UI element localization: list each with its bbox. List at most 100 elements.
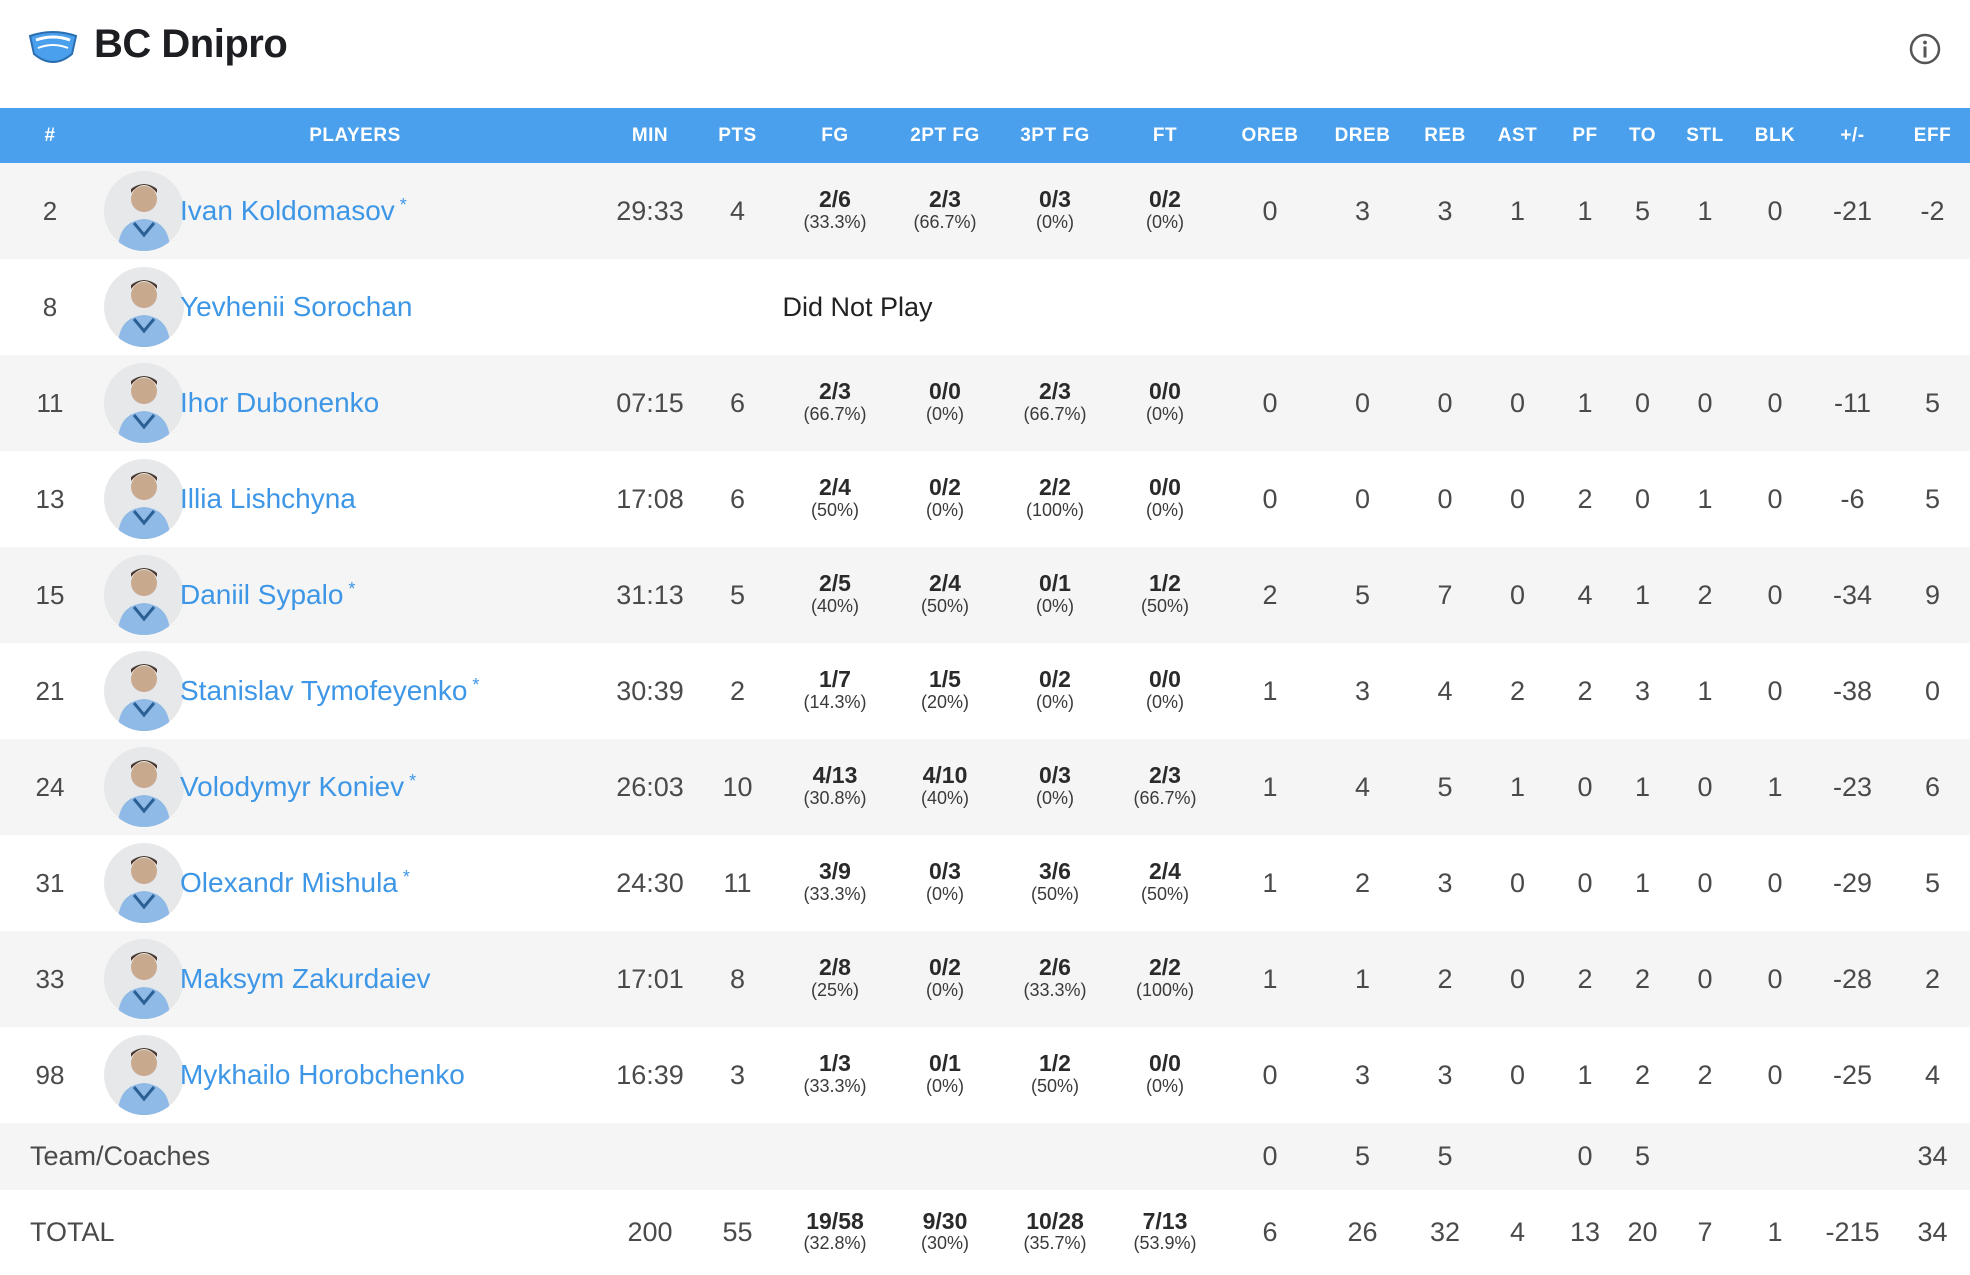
made-attempted: 0/1 (929, 1050, 961, 1077)
player-avatar[interactable] (104, 651, 184, 731)
total-ast: 4 (1509, 1217, 1526, 1247)
stat-fg: 2/4 (50%) (785, 451, 885, 547)
made-attempted: 4/10 (922, 762, 968, 789)
stat-reb: 5 (1437, 1141, 1453, 1171)
col-header-stl[interactable]: STL (1670, 108, 1740, 163)
player-name-link[interactable]: Stanislav Tymofeyenko (180, 675, 467, 706)
total-to: 20 (1627, 1217, 1658, 1247)
player-name-link[interactable]: Olexandr Mishula (180, 867, 398, 898)
stat-fg-value: 2/6 (33.3%) (803, 187, 866, 232)
stat-stl: 0 (1697, 963, 1713, 994)
col-header-oreb[interactable]: OREB (1225, 108, 1315, 163)
stat-p2: 0/2 (0%) (885, 931, 1005, 1027)
col-header-fg[interactable]: FG (785, 108, 885, 163)
made-attempted: 2/6 (819, 186, 851, 213)
stat-p2: 2/3 (66.7%) (885, 163, 1005, 259)
player-name-link[interactable]: Daniil Sypalo (180, 579, 343, 610)
stat-eff: 6 (1924, 771, 1941, 802)
player-avatar[interactable] (104, 555, 184, 635)
stat-p2: 0/3 (0%) (885, 835, 1005, 931)
made-attempted: 0/0 (1149, 666, 1181, 693)
col-header-pf[interactable]: PF (1555, 108, 1615, 163)
stat-p3-value: 1/2 (50%) (1031, 1051, 1079, 1096)
col-header-3pt-fg[interactable]: 3PT FG (1005, 108, 1105, 163)
player-avatar[interactable] (104, 939, 184, 1019)
player-name-link[interactable]: Volodymyr Koniev (180, 771, 404, 802)
points: 6 (729, 483, 746, 514)
col-header-2pt-fg[interactable]: 2PT FG (885, 108, 1005, 163)
minutes: 17:01 (616, 963, 684, 994)
col-header-to[interactable]: TO (1615, 108, 1670, 163)
stat-dreb: 5 (1354, 579, 1371, 610)
stat-pf: 0 (1577, 867, 1593, 898)
percentage: (50%) (1030, 883, 1079, 904)
col-header-pts[interactable]: PTS (690, 108, 785, 163)
col-header-dreb[interactable]: DREB (1315, 108, 1410, 163)
stat-to: 3 (1634, 675, 1651, 706)
stat-ft: 0/0 (0%) (1105, 451, 1225, 547)
stat-to: 0 (1634, 387, 1651, 418)
stat-stl (1670, 1123, 1740, 1190)
stat-fg: 1/3 (33.3%) (785, 1027, 885, 1123)
points: 4 (729, 195, 746, 226)
stat-fg-value: 4/13 (30.8%) (803, 763, 866, 808)
player-avatar[interactable] (104, 747, 184, 827)
stat-stl: 2 (1697, 579, 1713, 610)
player-name-link[interactable]: Ihor Dubonenko (180, 387, 379, 418)
col-header-number[interactable]: # (0, 108, 100, 163)
player-avatar[interactable] (104, 843, 184, 923)
player-avatar[interactable] (104, 171, 184, 251)
stat-ft-value: 1/2 (50%) (1141, 571, 1189, 616)
player-name-link[interactable]: Maksym Zakurdaiev (180, 963, 431, 994)
stat-p2: 0/2 (0%) (885, 451, 1005, 547)
stat-ast: 1 (1509, 771, 1526, 802)
col-header-blk[interactable]: BLK (1740, 108, 1810, 163)
player-avatar[interactable] (104, 1035, 184, 1115)
stat-stl: 1 (1697, 195, 1713, 226)
player-name-link[interactable]: Illia Lishchyna (180, 483, 356, 514)
starter-asterisk: * (399, 195, 407, 215)
player-row: 21 Stanislav Tymofeyenko * 30:39 2 1/7 (14.3%)… (0, 643, 1970, 739)
player-avatar[interactable] (104, 267, 184, 347)
stat-p3: 3/6 (50%) (1005, 835, 1105, 931)
percentage: (40%) (810, 595, 859, 616)
stat-pf: 2 (1577, 483, 1593, 514)
stat-pm: -25 (1832, 1059, 1873, 1090)
col-header-ft[interactable]: FT (1105, 108, 1225, 163)
col-header-eff[interactable]: EFF (1895, 108, 1970, 163)
col-header-min[interactable]: MIN (610, 108, 690, 163)
avatar-cell (100, 451, 184, 547)
total-row: TOTAL 200 55 19/58 (32.8%) 9/30 (30%) 10/28 (35.… (0, 1190, 1970, 1275)
stat-dreb: 0 (1354, 483, 1371, 514)
percentage: (33.3%) (803, 211, 867, 232)
col-header-players[interactable]: PLAYERS (100, 108, 610, 163)
stat-fg: 2/6 (33.3%) (785, 163, 885, 259)
stat-pm: -28 (1832, 963, 1873, 994)
player-avatar[interactable] (104, 363, 184, 443)
player-name-link[interactable]: Yevhenii Sorochan (180, 291, 412, 322)
stat-oreb: 0 (1262, 387, 1278, 418)
total-minutes: 200 (627, 1217, 673, 1247)
jersey-number: 31 (35, 867, 65, 898)
col-header-plus-minus[interactable]: +/- (1810, 108, 1895, 163)
stat-p3-value: 0/1 (0%) (1036, 571, 1074, 616)
stat-pf: 0 (1577, 1141, 1593, 1171)
stat-pf: 2 (1577, 963, 1593, 994)
player-avatar[interactable] (104, 459, 184, 539)
percentage: (50%) (1140, 595, 1189, 616)
player-name-cell: Ihor Dubonenko (180, 355, 610, 451)
box-score-table: # PLAYERS MIN PTS FG 2PT FG 3PT FG FT OR… (0, 108, 1970, 1275)
percentage: (66.7%) (803, 403, 867, 424)
stat-ast: 2 (1509, 675, 1526, 706)
stat-pm: -23 (1832, 771, 1873, 802)
col-header-reb[interactable]: REB (1410, 108, 1480, 163)
info-icon[interactable] (1908, 32, 1942, 66)
player-name-link[interactable]: Ivan Koldomasov (180, 195, 395, 226)
total-oreb: 6 (1262, 1217, 1278, 1247)
stat-fg-value: 2/4 (50%) (811, 475, 859, 520)
player-row: 11 Ihor Dubonenko 07:15 6 2/3 (66.7%) 0/0 (0%) 2… (0, 355, 1970, 451)
col-header-ast[interactable]: AST (1480, 108, 1555, 163)
stat-blk (1740, 1123, 1810, 1190)
stat-ft-value: 0/0 (0%) (1146, 667, 1184, 712)
player-name-link[interactable]: Mykhailo Horobchenko (180, 1059, 465, 1090)
